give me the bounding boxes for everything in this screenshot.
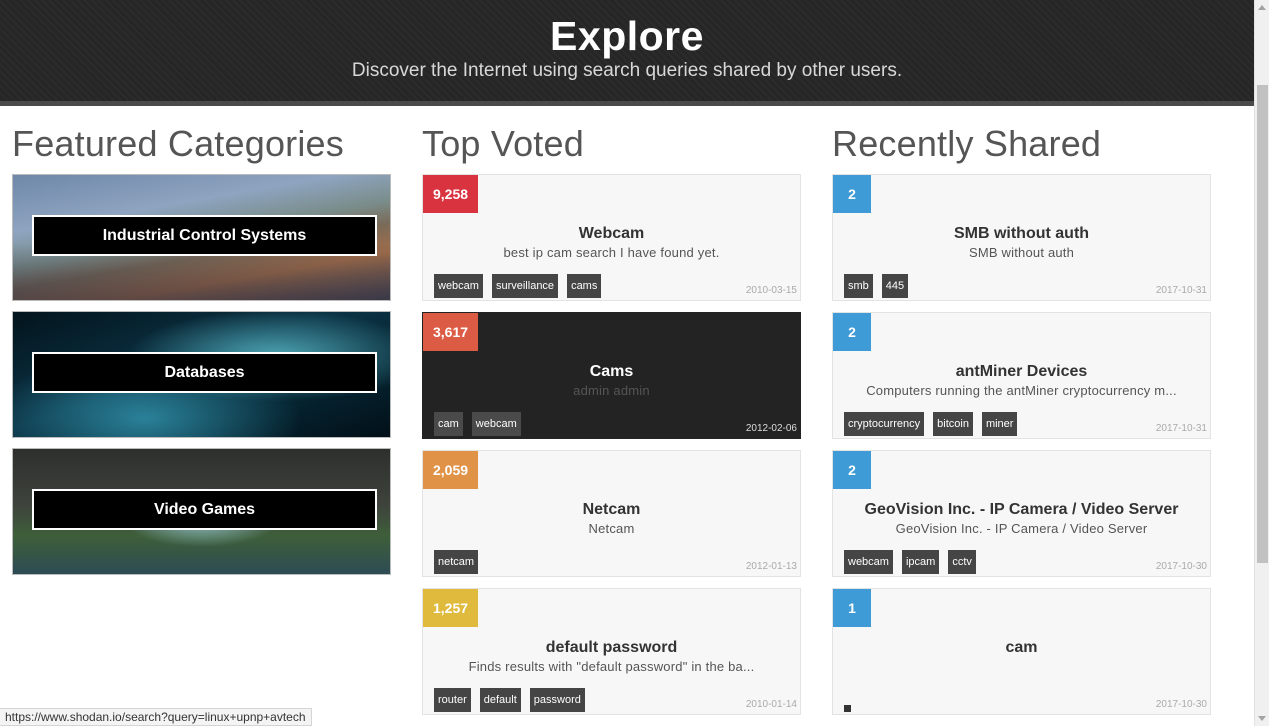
tag[interactable]: ipcam xyxy=(901,550,940,574)
category-databases[interactable]: Databases xyxy=(12,311,391,438)
recently-shared-heading: Recently Shared xyxy=(832,123,1102,164)
query-title[interactable]: Netcam xyxy=(423,501,800,519)
query-title[interactable]: cam xyxy=(833,639,1210,657)
query-title[interactable]: Cams xyxy=(423,363,800,381)
query-title[interactable]: Webcam xyxy=(423,225,800,243)
query-description: Finds results with "default password" in… xyxy=(468,659,755,674)
tag[interactable]: miner xyxy=(981,412,1018,436)
query-date: 2010-03-15 xyxy=(745,285,797,296)
vote-count-badge: 3,617 xyxy=(423,313,479,351)
query-card-smb-without-auth[interactable]: 2 SMB without auth SMB without auth smb … xyxy=(832,174,1211,301)
category-label[interactable]: Databases xyxy=(32,352,377,393)
tag[interactable]: cams xyxy=(567,274,602,298)
top-voted-heading: Top Voted xyxy=(422,123,584,164)
tag[interactable]: default xyxy=(479,688,521,712)
tag[interactable]: cctv xyxy=(948,550,976,574)
featured-categories-column: Featured Categories Industrial Control S… xyxy=(12,122,391,585)
category-label[interactable]: Video Games xyxy=(32,489,377,530)
query-date: 2017-10-31 xyxy=(1155,285,1207,296)
tag[interactable]: smb xyxy=(844,274,873,298)
page-header: Explore Discover the Internet using sear… xyxy=(0,0,1254,106)
category-industrial-control-systems[interactable]: Industrial Control Systems xyxy=(12,174,391,301)
page-title: Explore xyxy=(550,13,704,59)
query-card-antminer-devices[interactable]: 2 antMiner Devices Computers running the… xyxy=(832,312,1211,439)
vote-count-badge: 2 xyxy=(833,313,871,351)
vote-count-badge: 2,059 xyxy=(423,451,479,489)
tag[interactable]: webcam xyxy=(844,550,893,574)
query-title[interactable]: SMB without auth xyxy=(833,225,1210,243)
category-label[interactable]: Industrial Control Systems xyxy=(32,215,377,256)
tag[interactable]: cam xyxy=(434,412,463,436)
tag[interactable]: router xyxy=(434,688,471,712)
browser-status-bar: https://www.shodan.io/search?query=linux… xyxy=(0,708,312,726)
scroll-down-arrow-icon[interactable] xyxy=(1255,711,1269,726)
tag[interactable]: bitcoin xyxy=(933,412,973,436)
tag[interactable]: cryptocurrency xyxy=(844,412,925,436)
query-description: Netcam xyxy=(588,521,635,536)
query-description: admin admin xyxy=(573,383,650,398)
query-card-geovision[interactable]: 2 GeoVision Inc. - IP Camera / Video Ser… xyxy=(832,450,1211,577)
query-date: 2017-10-30 xyxy=(1155,561,1207,572)
recently-shared-column: Recently Shared 2 SMB without auth SMB w… xyxy=(832,122,1211,726)
query-date: 2010-01-14 xyxy=(745,699,797,710)
vote-count-badge: 1 xyxy=(833,589,871,627)
query-description: Computers running the antMiner cryptocur… xyxy=(866,383,1177,398)
tag[interactable]: password xyxy=(529,688,585,712)
vote-count-badge: 9,258 xyxy=(423,175,479,213)
query-date: 2017-10-31 xyxy=(1155,423,1207,434)
query-description: SMB without auth xyxy=(968,245,1075,260)
query-date: 2012-02-06 xyxy=(745,423,797,434)
tag[interactable]: webcam xyxy=(471,412,521,436)
query-title[interactable]: antMiner Devices xyxy=(833,363,1210,381)
query-title[interactable]: default password xyxy=(423,639,800,657)
status-url: https://www.shodan.io/search?query=linux… xyxy=(5,710,306,724)
vote-count-badge: 2 xyxy=(833,175,871,213)
query-card-webcam[interactable]: 9,258 Webcam best ip cam search I have f… xyxy=(422,174,801,301)
query-card-cams[interactable]: 3,617 Cams admin admin cam webcam 2012-0… xyxy=(422,312,801,439)
query-description: GeoVision Inc. - IP Camera / Video Serve… xyxy=(895,521,1148,536)
page-subtitle: Discover the Internet using search queri… xyxy=(351,60,903,81)
category-video-games[interactable]: Video Games xyxy=(12,448,391,575)
empty-tag-marker xyxy=(844,705,851,712)
vertical-scrollbar[interactable] xyxy=(1254,0,1269,726)
query-date: 2012-01-13 xyxy=(745,561,797,572)
vote-count-badge: 1,257 xyxy=(423,589,479,627)
tag[interactable]: webcam xyxy=(434,274,483,298)
scroll-up-arrow-icon[interactable] xyxy=(1255,0,1269,15)
top-voted-column: Top Voted 9,258 Webcam best ip cam searc… xyxy=(422,122,801,726)
scrollbar-thumb[interactable] xyxy=(1257,85,1268,563)
query-title[interactable]: GeoVision Inc. - IP Camera / Video Serve… xyxy=(833,501,1210,519)
tag[interactable]: netcam xyxy=(434,550,479,574)
query-description: best ip cam search I have found yet. xyxy=(503,245,720,260)
tag[interactable]: surveillance xyxy=(491,274,559,298)
query-card-default-password[interactable]: 1,257 default password Finds results wit… xyxy=(422,588,801,715)
query-card-cam[interactable]: 1 cam 2017-10-30 xyxy=(832,588,1211,715)
query-card-netcam[interactable]: 2,059 Netcam Netcam netcam 2012-01-13 xyxy=(422,450,801,577)
vote-count-badge: 2 xyxy=(833,451,871,489)
tag[interactable]: 445 xyxy=(881,274,909,298)
featured-categories-heading: Featured Categories xyxy=(12,123,344,164)
query-date: 2017-10-30 xyxy=(1155,699,1207,710)
